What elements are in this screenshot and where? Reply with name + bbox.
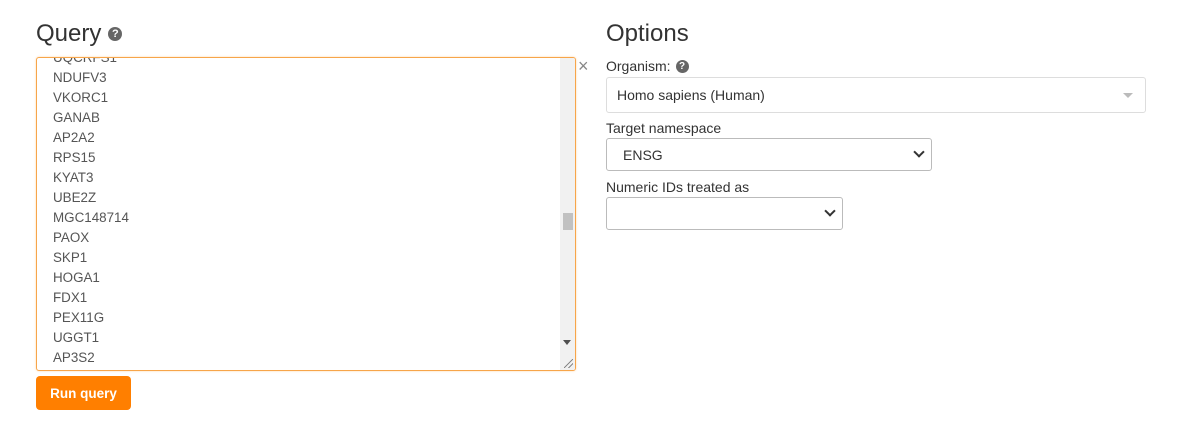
query-line: AP2A2 [53,130,95,145]
options-panel: Options Organism: ? Homo sapiens (Human)… [606,20,1151,230]
target-namespace-label: Target namespace [606,120,722,136]
target-namespace-select[interactable]: ENSG [606,138,932,171]
chevron-down-icon [913,146,925,158]
scrollbar-thumb[interactable] [563,213,573,230]
query-line: NDUFV3 [53,70,107,85]
query-heading: Query ? [36,20,596,48]
chevron-down-icon [824,205,836,217]
help-icon[interactable]: ? [108,27,123,41]
resize-grip-icon[interactable] [564,359,573,368]
query-line: SKP1 [53,250,88,265]
chevron-down-icon [1123,93,1133,98]
organism-label: Organism: [606,58,671,74]
clear-query-icon[interactable]: × [578,57,589,75]
query-textarea[interactable]: UQCRFS1 NDUFV3 VKORC1 GANAB AP2A2 RPS15 KYAT3 U… [36,57,576,371]
query-lines: UQCRFS1 NDUFV3 VKORC1 GANAB AP2A2 RPS15 KYAT3 U… [53,57,129,368]
organism-help-icon[interactable]: ? [675,59,689,73]
numeric-ids-label: Numeric IDs treated as [606,179,750,195]
query-line: UBE2Z [53,190,97,205]
options-heading: Options [606,20,1151,48]
query-panel: Query ? UQCRFS1 NDUFV3 VKORC1 GANAB AP2A2 RPS… [36,20,596,410]
query-line: KYAT3 [53,170,94,185]
query-line: UGGT1 [53,330,100,345]
query-line: HOGA1 [53,270,100,285]
query-line: UQCRFS1 [53,57,117,65]
query-line: PEX11G [53,310,105,325]
query-title: Query [36,20,102,47]
query-line: GANAB [53,110,100,125]
query-line: PAOX [53,230,90,245]
query-line: RPS15 [53,150,96,165]
query-line: MGC148714 [53,210,129,225]
query-line: AP3S2 [53,350,95,365]
query-line: FDX1 [53,290,88,305]
scroll-down-arrow-icon[interactable] [563,340,571,345]
run-query-button[interactable]: Run query [36,376,131,410]
organism-select[interactable]: Homo sapiens (Human) [606,77,1146,113]
target-namespace-value: ENSG [623,146,663,163]
numeric-ids-select[interactable] [606,197,843,230]
organism-label-row: Organism: ? [606,58,689,74]
organism-value: Homo sapiens (Human) [617,87,765,103]
query-line: VKORC1 [53,90,109,105]
textarea-scrollbar[interactable] [560,58,575,370]
options-title: Options [606,20,689,47]
